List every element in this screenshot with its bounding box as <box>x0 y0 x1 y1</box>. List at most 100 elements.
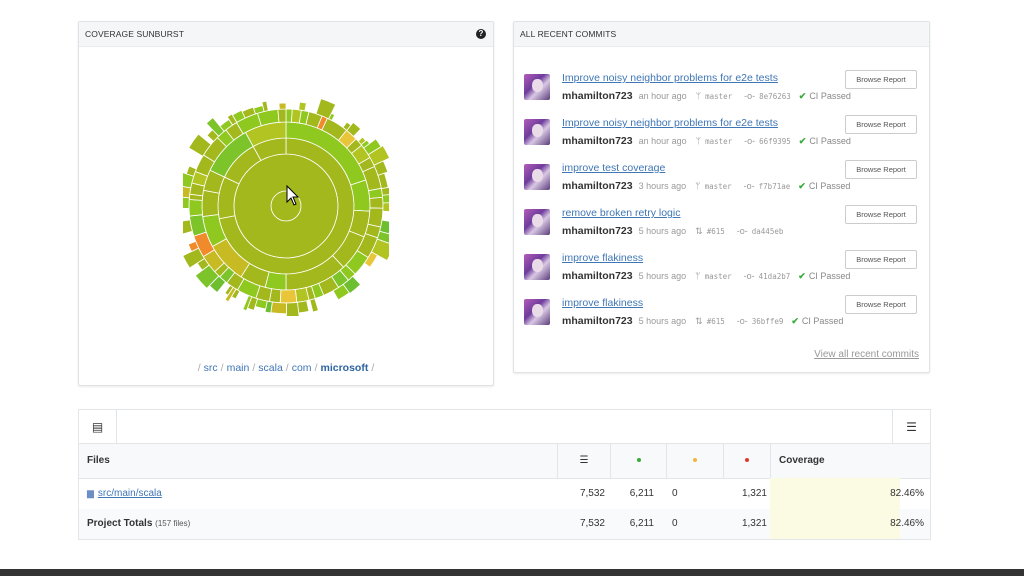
commit-branch[interactable]: master <box>705 92 732 101</box>
view-all-commits-link[interactable]: View all recent commits <box>814 349 919 360</box>
commit-branch[interactable]: master <box>705 272 732 281</box>
commit-user[interactable]: mhamilton723 <box>562 180 633 192</box>
commit-item: improve test coverage mhamilton723 3 hou… <box>524 160 919 200</box>
commit-title-link[interactable]: remove broken retry logic <box>562 207 680 219</box>
green-dot-icon[interactable] <box>610 444 666 478</box>
sunburst-segment[interactable] <box>279 289 298 304</box>
commit-icon: -o- <box>744 136 756 146</box>
browse-report-button[interactable]: Browse Report <box>845 70 917 89</box>
commit-title-link[interactable]: Improve noisy neighbor problems for e2e … <box>562 117 778 129</box>
totals-coverage-cell: 82.46% <box>770 509 930 539</box>
commit-user[interactable]: mhamilton723 <box>562 270 633 282</box>
commit-user[interactable]: mhamilton723 <box>562 315 633 327</box>
table-row[interactable]: ▆ src/main/scala 7,532 6,211 0 1,321 82.4… <box>79 478 930 510</box>
totals-miss: 1,321 <box>741 518 767 529</box>
totals-partial: 0 <box>672 518 678 529</box>
coverage-column-header[interactable]: Coverage <box>770 444 930 478</box>
commit-branch[interactable]: master <box>705 137 732 146</box>
files-column-header[interactable]: Files <box>79 444 557 478</box>
commit-title-link[interactable]: Improve noisy neighbor problems for e2e … <box>562 72 778 84</box>
commit-sha[interactable]: 41da2b7 <box>759 272 791 281</box>
pull-request-icon: ⇅ <box>695 225 703 236</box>
sunburst-segment[interactable] <box>183 196 190 209</box>
avatar[interactable] <box>524 209 550 235</box>
list-view-toggle-icon[interactable]: ☰ <box>892 410 930 443</box>
avatar[interactable] <box>524 299 550 325</box>
totals-label-cell: Project Totals (157 files) <box>79 509 557 539</box>
branch-icon: ᛘ <box>695 271 701 281</box>
yellow-dot-icon[interactable] <box>666 444 723 478</box>
commit-pr[interactable]: #615 <box>707 317 725 326</box>
sunburst-segment[interactable] <box>278 102 287 110</box>
commit-item: Improve noisy neighbor problems for e2e … <box>524 70 919 110</box>
commit-time: 5 hours ago <box>638 226 687 236</box>
sunburst-segment[interactable] <box>382 202 389 212</box>
sunburst-segment[interactable] <box>298 101 307 112</box>
check-icon: ✔ <box>798 180 806 191</box>
avatar[interactable] <box>524 119 550 145</box>
commit-time: 5 hours ago <box>638 271 687 281</box>
crumb-microsoft[interactable]: microsoft <box>320 362 368 374</box>
check-icon: ✔ <box>798 90 807 101</box>
branch-icon: ᛘ <box>695 181 701 191</box>
sunburst-segment[interactable] <box>296 300 310 314</box>
commit-item: Improve noisy neighbor problems for e2e … <box>524 115 919 155</box>
avatar[interactable] <box>524 254 550 280</box>
sunburst-panel-header: COVERAGE SUNBURST ? <box>79 22 493 47</box>
coverage-sunburst-chart[interactable] <box>183 86 389 316</box>
sunburst-segment[interactable] <box>367 207 384 228</box>
sunburst-segment[interactable] <box>309 298 319 313</box>
red-dot-icon[interactable] <box>723 444 770 478</box>
sunburst-segment[interactable] <box>277 108 287 123</box>
browse-report-button[interactable]: Browse Report <box>845 160 917 179</box>
crumb-main[interactable]: main <box>227 362 250 374</box>
question-circle-icon[interactable]: ? <box>476 29 486 39</box>
sunburst-segment[interactable] <box>201 189 220 217</box>
commit-sha[interactable]: 36bffe9 <box>752 317 784 326</box>
file-view-toggle-icon[interactable]: ▤ <box>79 410 117 443</box>
commit-branch[interactable]: master <box>705 182 732 191</box>
coverage-value: 82.46% <box>890 488 924 499</box>
crumb-com[interactable]: com <box>292 362 312 374</box>
commit-pr[interactable]: #615 <box>707 227 725 236</box>
browse-report-button[interactable]: Browse Report <box>845 205 917 224</box>
totals-hit: 6,211 <box>629 518 654 529</box>
sunburst-segment[interactable] <box>286 301 300 316</box>
crumb-scala[interactable]: scala <box>258 362 283 374</box>
sunburst-segment[interactable] <box>188 199 203 217</box>
commit-sha[interactable]: da445eb <box>752 227 784 236</box>
commit-title-link[interactable]: improve flakiness <box>562 297 643 309</box>
branch-icon: ᛘ <box>695 91 702 101</box>
sunburst-segment[interactable] <box>381 193 389 204</box>
commit-user[interactable]: mhamilton723 <box>562 90 633 102</box>
commit-meta: mhamilton723 5 hours ago ⇅ #615 -o- da44… <box>562 225 791 237</box>
bottom-bar <box>0 569 1024 576</box>
sunburst-segment[interactable] <box>369 196 384 209</box>
commit-sha[interactable]: 8e76263 <box>759 92 791 101</box>
commit-user[interactable]: mhamilton723 <box>562 135 633 147</box>
browse-report-button[interactable]: Browse Report <box>845 295 917 314</box>
hit-value: 6,211 <box>629 488 654 499</box>
browse-report-button[interactable]: Browse Report <box>845 115 917 134</box>
sunburst-segment[interactable] <box>270 301 287 315</box>
folder-link[interactable]: src/main/scala <box>98 488 162 499</box>
lines-icon[interactable]: ☰ <box>557 444 610 478</box>
commit-sha[interactable]: f7b71ae <box>759 182 791 191</box>
ci-status: CI Passed <box>809 91 851 101</box>
commit-title-link[interactable]: improve test coverage <box>562 162 665 174</box>
ci-status: CI Passed <box>809 136 851 146</box>
browse-report-button[interactable]: Browse Report <box>845 250 917 269</box>
commit-user[interactable]: mhamilton723 <box>562 225 633 237</box>
lines-value: 7,532 <box>579 488 605 499</box>
commit-sha[interactable]: 66f9395 <box>759 137 791 146</box>
partial-value: 0 <box>672 488 678 499</box>
ci-status: CI Passed <box>801 316 844 326</box>
avatar[interactable] <box>524 164 550 190</box>
totals-row: Project Totals (157 files) 7,532 6,211 0… <box>79 509 930 539</box>
coverage-bar <box>770 509 900 539</box>
commit-title-link[interactable]: improve flakiness <box>562 252 643 264</box>
crumb-src[interactable]: src <box>204 362 218 374</box>
avatar[interactable] <box>524 74 550 100</box>
commits-title: ALL RECENT COMMITS <box>520 29 617 39</box>
coverage-sunburst-panel: COVERAGE SUNBURST ? / src / main / scala / com /… <box>78 21 494 386</box>
